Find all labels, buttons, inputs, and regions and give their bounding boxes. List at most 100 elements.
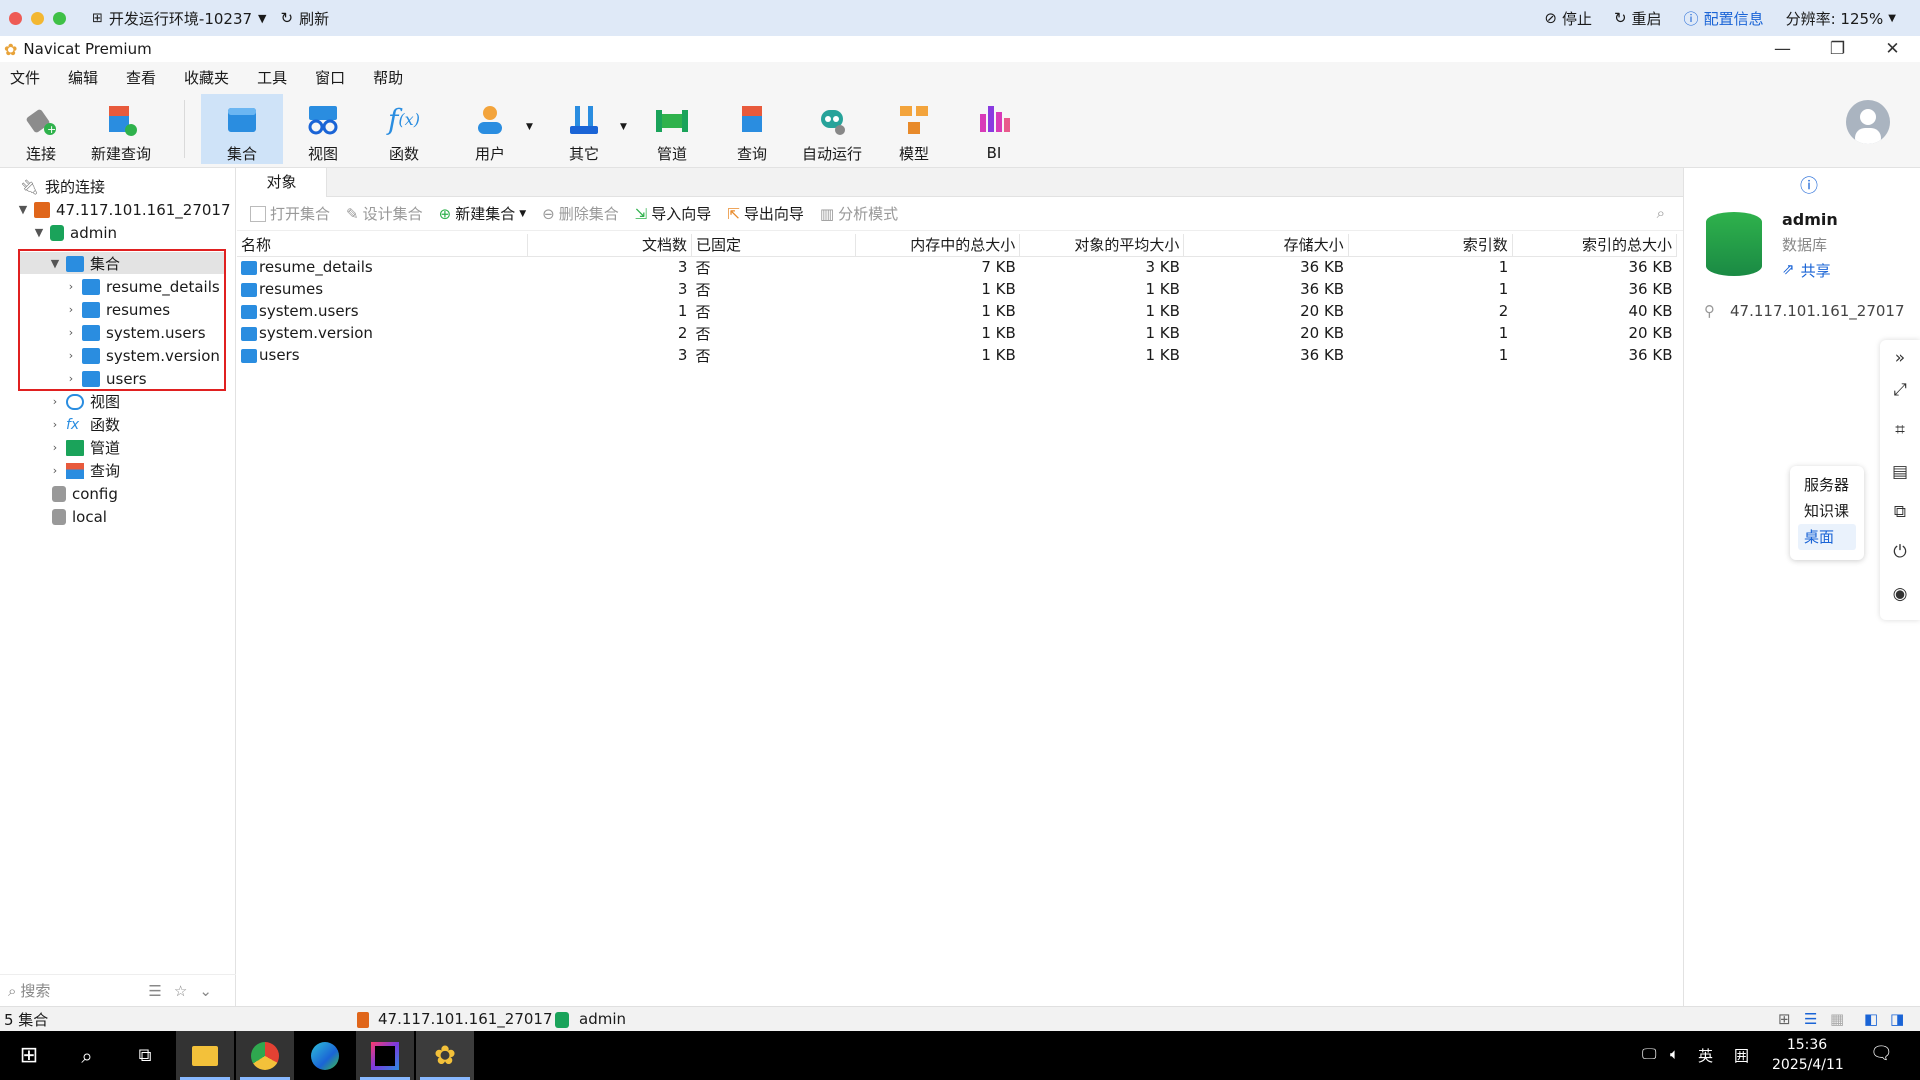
- menu-view[interactable]: 查看: [116, 67, 166, 88]
- close-button[interactable]: ✕: [1865, 36, 1920, 62]
- close-dot[interactable]: [9, 11, 22, 25]
- column-header[interactable]: 名称: [237, 234, 528, 257]
- restore-button[interactable]: ❐: [1810, 36, 1865, 62]
- chevron-right-icon[interactable]: ›: [48, 464, 62, 477]
- share-button[interactable]: ⇗ 共享: [1782, 260, 1831, 281]
- menu-help[interactable]: 帮助: [363, 67, 413, 88]
- column-header[interactable]: 文档数: [527, 234, 692, 257]
- column-header[interactable]: 内存中的总大小: [855, 234, 1021, 257]
- bi-button[interactable]: BI: [953, 94, 1035, 164]
- left-panel-toggle-icon[interactable]: ◧: [1864, 1010, 1878, 1028]
- tree-collection-item[interactable]: › resume_details: [64, 275, 220, 298]
- column-header[interactable]: 索引的总大小: [1512, 234, 1678, 257]
- copy-icon[interactable]: ⧉: [1891, 502, 1909, 522]
- popup-item-server[interactable]: 服务器: [1790, 472, 1864, 498]
- menu-edit[interactable]: 编辑: [58, 67, 108, 88]
- list-view-icon[interactable]: ☰: [1804, 1010, 1817, 1028]
- table-row[interactable]: resumes 3 否 1 KB 1 KB 36 KB 1 36 KB: [237, 278, 1677, 300]
- import-wizard-button[interactable]: ⇲ 导入向导: [628, 203, 719, 224]
- clock[interactable]: 15:36 2025/4/11: [1772, 1035, 1844, 1075]
- export-wizard-button[interactable]: ⇱ 导出向导: [720, 203, 811, 224]
- tree-database-admin[interactable]: ▼ admin: [32, 221, 117, 244]
- notification-icon[interactable]: 🗨︎: [1870, 1043, 1893, 1064]
- menu-favorites[interactable]: 收藏夹: [174, 67, 239, 88]
- tree-collection-item[interactable]: › system.users: [64, 321, 206, 344]
- network-icon[interactable]: 🖵︎: [1642, 1045, 1656, 1063]
- tree-collection-item[interactable]: › users: [64, 367, 147, 390]
- collapse-icon[interactable]: »: [1891, 348, 1909, 368]
- taskbar-chrome[interactable]: [236, 1031, 294, 1080]
- tree-collection-item[interactable]: › resumes: [64, 298, 170, 321]
- chevron-right-icon[interactable]: ›: [64, 280, 78, 293]
- new-collection-button[interactable]: ⊕ 新建集合 ▼: [432, 203, 534, 224]
- grid-view-icon[interactable]: ⊞: [1778, 1010, 1791, 1028]
- chevron-down-icon[interactable]: ▼: [48, 257, 62, 270]
- my-connections-header[interactable]: 🔌︎ 我的连接: [20, 175, 105, 198]
- chevron-down-icon[interactable]: ▼: [258, 12, 266, 25]
- analyze-schema-button[interactable]: ▥ 分析模式: [813, 203, 905, 224]
- search-input[interactable]: 搜索: [20, 980, 130, 1001]
- restart-button[interactable]: ↻ 重启: [1614, 8, 1662, 29]
- search-icon[interactable]: ⌕: [1657, 204, 1665, 222]
- start-button[interactable]: ⊞: [0, 1031, 58, 1080]
- other-dropdown-icon[interactable]: ▼: [620, 122, 627, 132]
- user-button[interactable]: 用户: [449, 94, 531, 164]
- minimize-dot[interactable]: [31, 11, 44, 25]
- chevron-right-icon[interactable]: ›: [48, 395, 62, 408]
- info-icon[interactable]: ⓘ: [1800, 172, 1818, 198]
- table-row[interactable]: users 3 否 1 KB 1 KB 36 KB 1 36 KB: [237, 344, 1677, 366]
- menu-file[interactable]: 文件: [0, 67, 50, 88]
- chevron-right-icon[interactable]: ›: [64, 326, 78, 339]
- query-button[interactable]: 查询: [711, 94, 793, 164]
- right-panel-toggle-icon[interactable]: ◨: [1890, 1010, 1904, 1028]
- chevron-right-icon[interactable]: ›: [48, 441, 62, 454]
- ime-indicator[interactable]: 英: [1698, 1045, 1713, 1066]
- ime-mode-indicator[interactable]: 囲: [1734, 1045, 1749, 1066]
- connect-button[interactable]: + 连接: [0, 94, 82, 164]
- column-header[interactable]: 已固定: [691, 234, 857, 257]
- tree-queries-node[interactable]: › 查询: [48, 459, 120, 482]
- other-button[interactable]: 其它: [543, 94, 625, 164]
- search-button[interactable]: ⌕: [58, 1031, 116, 1080]
- column-header[interactable]: 索引数: [1348, 234, 1513, 257]
- open-collection-button[interactable]: 打开集合: [243, 203, 337, 224]
- tree-connection[interactable]: ▼ 47.117.101.161_27017: [16, 198, 231, 221]
- stop-button[interactable]: ⊘ 停止: [1544, 8, 1592, 29]
- refresh-icon[interactable]: ↻: [281, 9, 294, 27]
- table-row[interactable]: resume_details 3 否 7 KB 3 KB 36 KB 1 36 …: [237, 256, 1677, 278]
- new-query-button[interactable]: 新建查询: [80, 94, 162, 164]
- fullscreen-icon[interactable]: ⤢: [1891, 380, 1909, 400]
- filter-icon[interactable]: ☰: [148, 982, 161, 1000]
- env-selector[interactable]: 开发运行环境-10237: [109, 8, 252, 29]
- user-dropdown-icon[interactable]: ▼: [526, 122, 533, 132]
- chevron-right-icon[interactable]: ›: [64, 372, 78, 385]
- star-icon[interactable]: ☆: [174, 982, 187, 1000]
- chevron-down-icon[interactable]: ▼: [16, 203, 30, 216]
- chevron-down-icon[interactable]: ▼: [32, 226, 46, 239]
- grid-icon[interactable]: ⌗: [1891, 420, 1909, 440]
- collapse-icon[interactable]: ⌄: [199, 982, 212, 1000]
- chevron-right-icon[interactable]: ›: [48, 418, 62, 431]
- design-collection-button[interactable]: ✎ 设计集合: [339, 203, 430, 224]
- function-button[interactable]: f (x) 函数: [363, 94, 445, 164]
- column-header[interactable]: 对象的平均大小: [1019, 234, 1185, 257]
- chevron-right-icon[interactable]: ›: [64, 349, 78, 362]
- tree-functions-node[interactable]: › fx 函数: [48, 413, 120, 436]
- tree-collection-item[interactable]: › system.version: [64, 344, 220, 367]
- task-view-button[interactable]: ⧉: [116, 1031, 174, 1080]
- maximize-dot[interactable]: [53, 11, 66, 25]
- resolution-selector[interactable]: 分辨率: 125% ▼: [1786, 8, 1896, 29]
- taskbar-edge[interactable]: [296, 1031, 354, 1080]
- detail-view-icon[interactable]: ▦: [1830, 1010, 1844, 1028]
- volume-icon[interactable]: 🔈︎: [1670, 1045, 1679, 1063]
- collection-button[interactable]: 集合: [201, 94, 283, 164]
- automation-button[interactable]: 自动运行: [791, 94, 873, 164]
- tree-database-local[interactable]: local: [48, 505, 107, 528]
- column-header[interactable]: 存储大小: [1183, 234, 1349, 257]
- power-icon[interactable]: ⏻: [1891, 542, 1909, 562]
- taskbar-explorer[interactable]: [176, 1031, 234, 1080]
- user-avatar[interactable]: [1846, 100, 1890, 144]
- minimize-button[interactable]: —: [1755, 36, 1810, 62]
- popup-item-course[interactable]: 知识课: [1790, 498, 1864, 524]
- tab-objects[interactable]: 对象: [237, 168, 327, 197]
